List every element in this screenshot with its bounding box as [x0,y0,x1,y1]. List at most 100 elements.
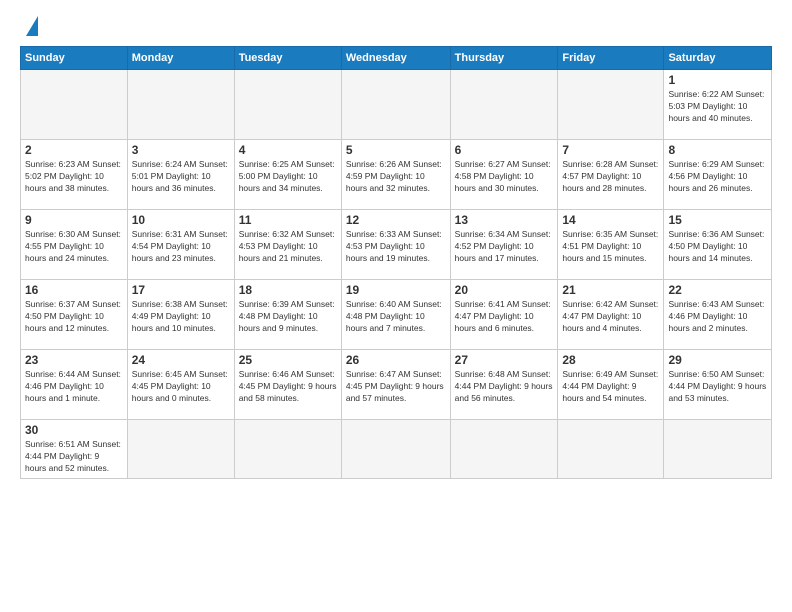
calendar-cell: 16 Sunrise: 6:37 AM Sunset: 4:50 PM Dayli… [21,280,128,350]
day-number: 8 [668,143,767,157]
calendar-cell [558,70,664,140]
calendar-cell: 14 Sunrise: 6:35 AM Sunset: 4:51 PM Dayli… [558,210,664,280]
day-number: 25 [239,353,337,367]
day-number: 23 [25,353,123,367]
calendar-cell: 21 Sunrise: 6:42 AM Sunset: 4:47 PM Dayli… [558,280,664,350]
header [20,16,772,36]
day-number: 9 [25,213,123,227]
logo [20,16,42,36]
day-number: 18 [239,283,337,297]
day-number: 30 [25,423,123,437]
day-number: 29 [668,353,767,367]
calendar-cell [341,420,450,479]
calendar-cell: 28 Sunrise: 6:49 AM Sunset: 4:44 PM Dayli… [558,350,664,420]
day-of-week-header: Wednesday [341,47,450,70]
day-info: Sunrise: 6:23 AM Sunset: 5:02 PM Dayligh… [25,159,123,195]
day-number: 10 [132,213,230,227]
calendar-cell: 6Sunrise: 6:27 AM Sunset: 4:58 PM Daylig… [450,140,558,210]
calendar-cell: 7 Sunrise: 6:28 AM Sunset: 4:57 PM Daylig… [558,140,664,210]
day-number: 2 [25,143,123,157]
day-number: 3 [132,143,230,157]
calendar-cell: 9 Sunrise: 6:30 AM Sunset: 4:55 PM Daylig… [21,210,128,280]
day-number: 20 [455,283,554,297]
logo-area [20,16,42,36]
calendar-cell: 24Sunrise: 6:45 AM Sunset: 4:45 PM Dayli… [127,350,234,420]
calendar-week-row: 30 Sunrise: 6:51 AM Sunset: 4:44 PM Dayli… [21,420,772,479]
day-number: 14 [562,213,659,227]
day-number: 22 [668,283,767,297]
calendar-cell [127,70,234,140]
calendar-cell [21,70,128,140]
day-of-week-header: Sunday [21,47,128,70]
day-info: Sunrise: 6:36 AM Sunset: 4:50 PM Dayligh… [668,229,767,265]
calendar-cell: 18Sunrise: 6:39 AM Sunset: 4:48 PM Dayli… [234,280,341,350]
day-info: Sunrise: 6:51 AM Sunset: 4:44 PM Dayligh… [25,439,123,475]
day-info: Sunrise: 6:28 AM Sunset: 4:57 PM Dayligh… [562,159,659,195]
day-number: 4 [239,143,337,157]
calendar-cell [450,420,558,479]
day-info: Sunrise: 6:45 AM Sunset: 4:45 PM Dayligh… [132,369,230,405]
calendar-cell: 3 Sunrise: 6:24 AM Sunset: 5:01 PM Daylig… [127,140,234,210]
calendar-cell: 30 Sunrise: 6:51 AM Sunset: 4:44 PM Dayli… [21,420,128,479]
calendar-cell: 23 Sunrise: 6:44 AM Sunset: 4:46 PM Dayli… [21,350,128,420]
calendar-cell: 13Sunrise: 6:34 AM Sunset: 4:52 PM Dayli… [450,210,558,280]
day-number: 5 [346,143,446,157]
day-info: Sunrise: 6:35 AM Sunset: 4:51 PM Dayligh… [562,229,659,265]
day-info: Sunrise: 6:48 AM Sunset: 4:44 PM Dayligh… [455,369,554,405]
page: SundayMondayTuesdayWednesdayThursdayFrid… [0,0,792,612]
day-info: Sunrise: 6:33 AM Sunset: 4:53 PM Dayligh… [346,229,446,265]
calendar-cell: 2 Sunrise: 6:23 AM Sunset: 5:02 PM Daylig… [21,140,128,210]
calendar-cell: 15 Sunrise: 6:36 AM Sunset: 4:50 PM Dayli… [664,210,772,280]
day-info: Sunrise: 6:37 AM Sunset: 4:50 PM Dayligh… [25,299,123,335]
calendar-cell: 12 Sunrise: 6:33 AM Sunset: 4:53 PM Dayli… [341,210,450,280]
day-number: 7 [562,143,659,157]
day-info: Sunrise: 6:30 AM Sunset: 4:55 PM Dayligh… [25,229,123,265]
day-info: Sunrise: 6:29 AM Sunset: 4:56 PM Dayligh… [668,159,767,195]
day-info: Sunrise: 6:22 AM Sunset: 5:03 PM Dayligh… [668,89,767,125]
day-info: Sunrise: 6:49 AM Sunset: 4:44 PM Dayligh… [562,369,659,405]
calendar-cell: 26 Sunrise: 6:47 AM Sunset: 4:45 PM Dayli… [341,350,450,420]
day-of-week-header: Tuesday [234,47,341,70]
calendar-week-row: 2 Sunrise: 6:23 AM Sunset: 5:02 PM Daylig… [21,140,772,210]
calendar-cell: 10Sunrise: 6:31 AM Sunset: 4:54 PM Dayli… [127,210,234,280]
day-of-week-header: Thursday [450,47,558,70]
calendar-cell [234,70,341,140]
day-number: 21 [562,283,659,297]
day-info: Sunrise: 6:25 AM Sunset: 5:00 PM Dayligh… [239,159,337,195]
day-info: Sunrise: 6:40 AM Sunset: 4:48 PM Dayligh… [346,299,446,335]
logo-triangle-icon [26,16,38,36]
calendar-cell [450,70,558,140]
calendar-cell [664,420,772,479]
day-number: 16 [25,283,123,297]
day-number: 13 [455,213,554,227]
calendar-table: SundayMondayTuesdayWednesdayThursdayFrid… [20,46,772,479]
calendar-cell: 17Sunrise: 6:38 AM Sunset: 4:49 PM Dayli… [127,280,234,350]
calendar-cell: 8 Sunrise: 6:29 AM Sunset: 4:56 PM Daylig… [664,140,772,210]
day-number: 26 [346,353,446,367]
calendar-cell [127,420,234,479]
day-info: Sunrise: 6:42 AM Sunset: 4:47 PM Dayligh… [562,299,659,335]
day-info: Sunrise: 6:43 AM Sunset: 4:46 PM Dayligh… [668,299,767,335]
day-info: Sunrise: 6:24 AM Sunset: 5:01 PM Dayligh… [132,159,230,195]
calendar-cell [341,70,450,140]
day-number: 11 [239,213,337,227]
calendar-week-row: 9 Sunrise: 6:30 AM Sunset: 4:55 PM Daylig… [21,210,772,280]
calendar-cell: 19 Sunrise: 6:40 AM Sunset: 4:48 PM Dayli… [341,280,450,350]
day-of-week-header: Saturday [664,47,772,70]
calendar-cell: 20Sunrise: 6:41 AM Sunset: 4:47 PM Dayli… [450,280,558,350]
calendar-cell: 27Sunrise: 6:48 AM Sunset: 4:44 PM Dayli… [450,350,558,420]
day-number: 15 [668,213,767,227]
calendar-cell: 4 Sunrise: 6:25 AM Sunset: 5:00 PM Daylig… [234,140,341,210]
calendar-header-row: SundayMondayTuesdayWednesdayThursdayFrid… [21,47,772,70]
day-info: Sunrise: 6:32 AM Sunset: 4:53 PM Dayligh… [239,229,337,265]
day-info: Sunrise: 6:44 AM Sunset: 4:46 PM Dayligh… [25,369,123,405]
calendar-cell: 1Sunrise: 6:22 AM Sunset: 5:03 PM Daylig… [664,70,772,140]
calendar-cell [558,420,664,479]
calendar-week-row: 16 Sunrise: 6:37 AM Sunset: 4:50 PM Dayli… [21,280,772,350]
day-number: 12 [346,213,446,227]
day-info: Sunrise: 6:47 AM Sunset: 4:45 PM Dayligh… [346,369,446,405]
day-number: 28 [562,353,659,367]
day-number: 19 [346,283,446,297]
day-number: 6 [455,143,554,157]
day-of-week-header: Friday [558,47,664,70]
